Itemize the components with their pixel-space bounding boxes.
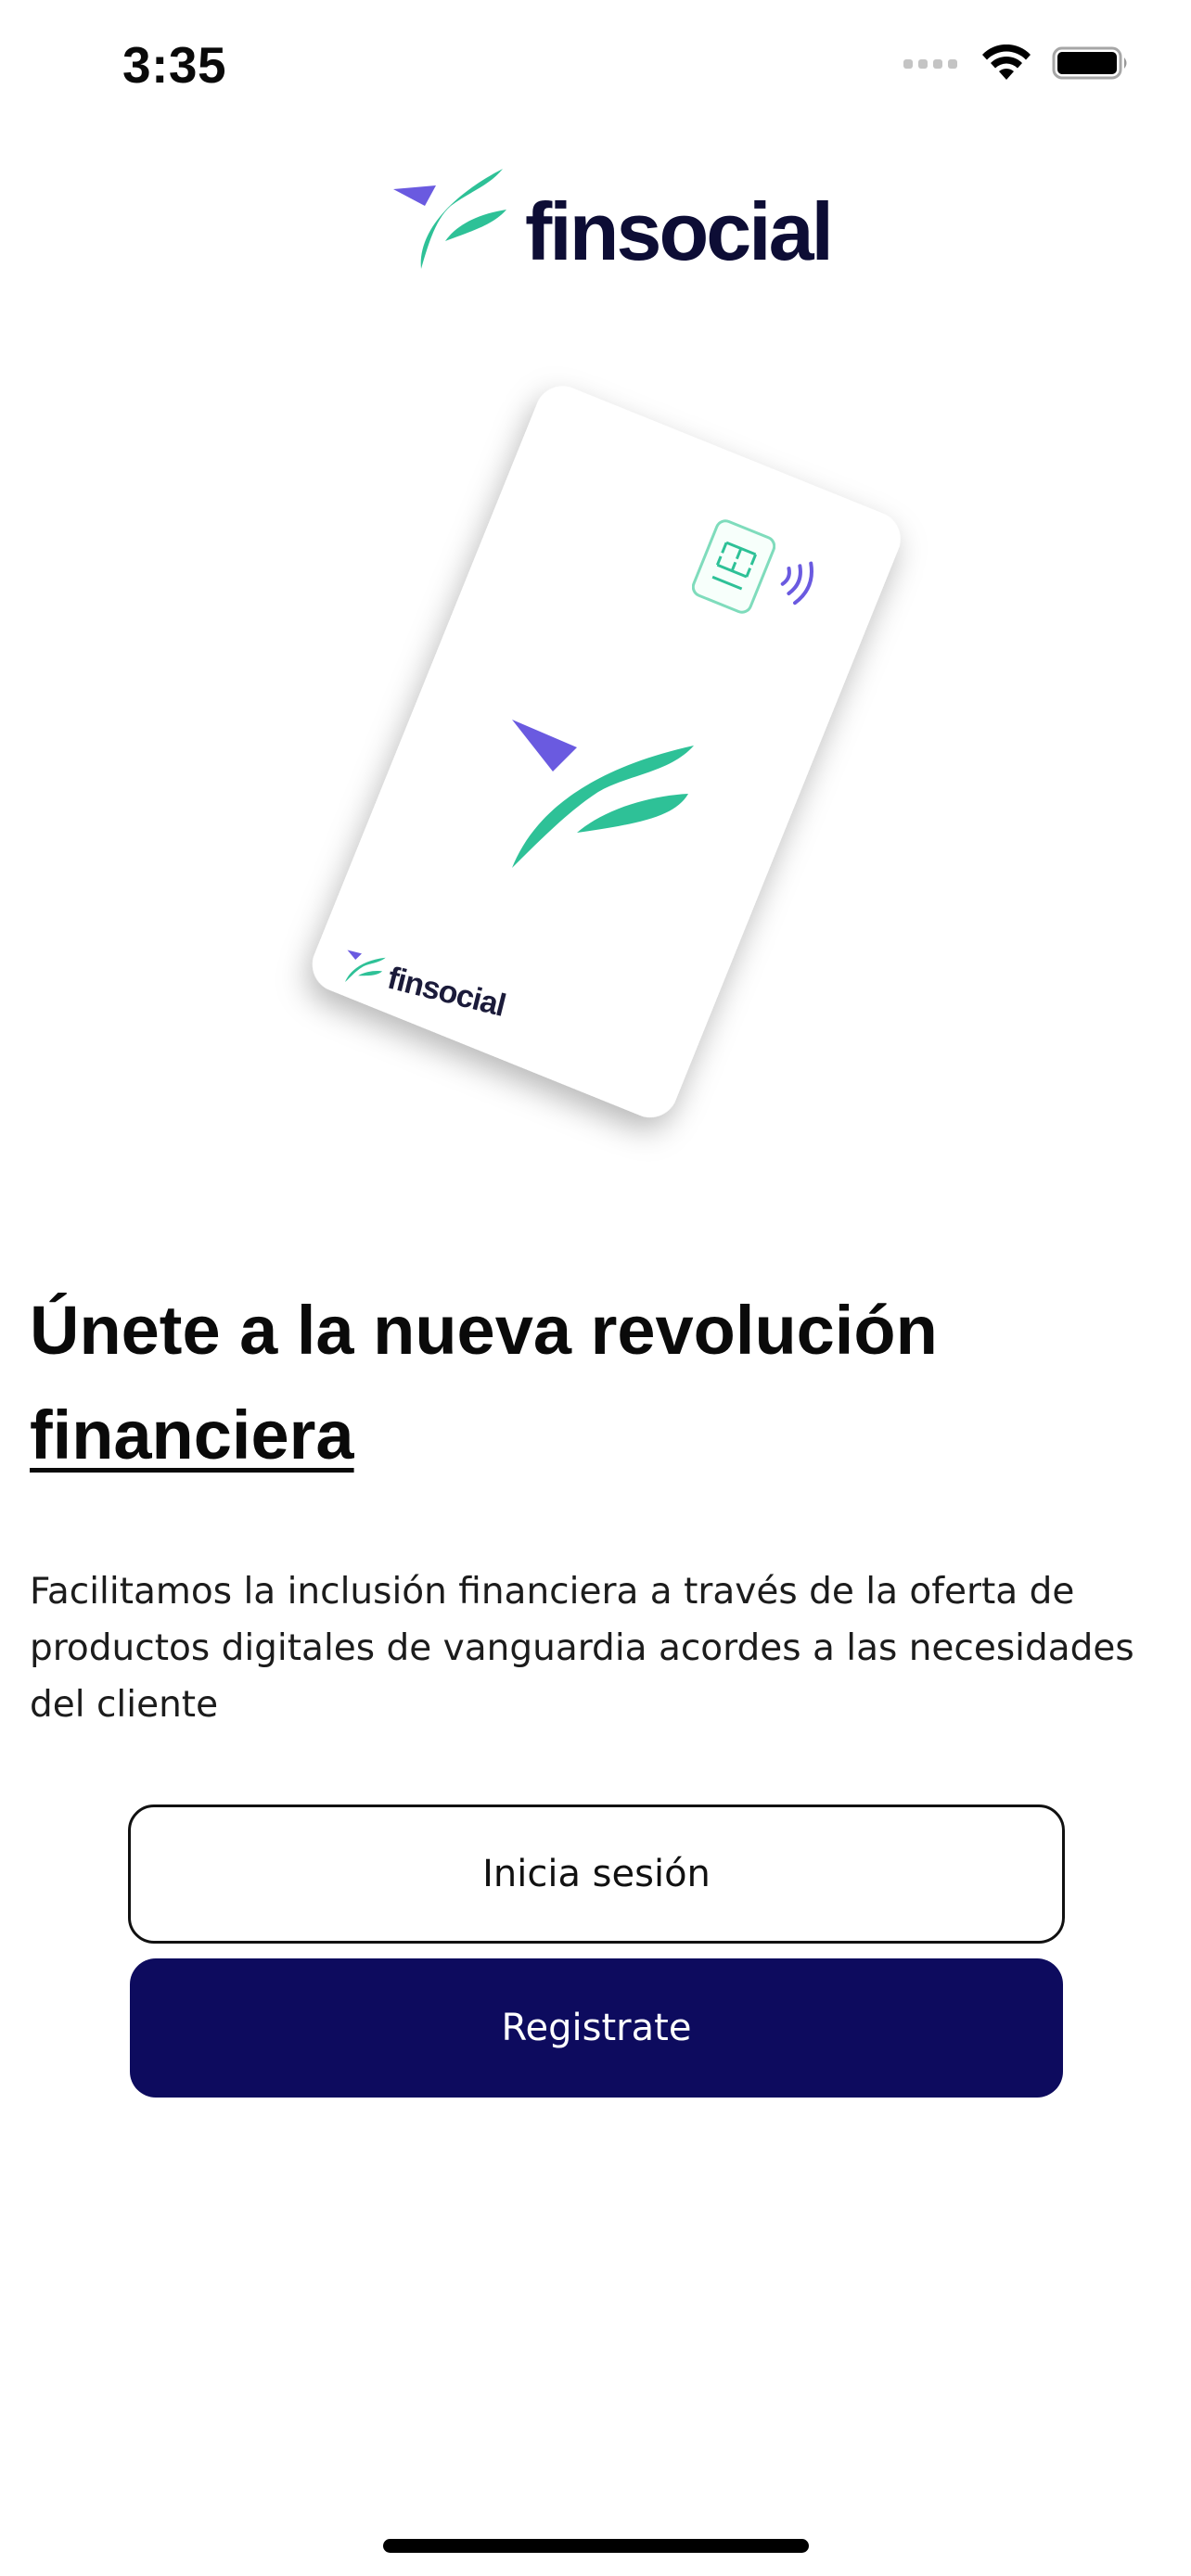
status-time: 3:35	[122, 36, 227, 94]
card-illustration: finsocial	[269, 343, 937, 1178]
contactless-icon	[777, 553, 820, 615]
status-bar: 3:35	[0, 0, 1191, 139]
headline-highlight: financiera	[30, 1396, 354, 1473]
wifi-icon	[981, 44, 1031, 86]
brand-logo: finsocial	[393, 169, 834, 280]
headline-text: Únete a la nueva revolución	[30, 1292, 938, 1369]
login-button-label: Inicia sesión	[482, 1853, 711, 1895]
logo-wordmark: finsocial	[525, 185, 834, 277]
description: Facilitamos la inclusión financiera a tr…	[30, 1571, 1134, 1726]
headline: Únete a la nueva revolución financiera	[30, 1278, 1161, 1487]
register-button-label: Registrate	[501, 2007, 692, 2049]
login-button[interactable]: Inicia sesión	[128, 1804, 1065, 1944]
finsocial-logo-icon	[393, 169, 512, 280]
card-chip-icon	[691, 517, 776, 620]
status-icons	[903, 44, 1130, 86]
card-logo-icon	[512, 720, 698, 878]
register-button[interactable]: Registrate	[130, 1958, 1063, 2098]
home-indicator[interactable]	[383, 2539, 809, 2553]
battery-icon	[1052, 45, 1130, 86]
cellular-signal-icon	[903, 57, 961, 74]
